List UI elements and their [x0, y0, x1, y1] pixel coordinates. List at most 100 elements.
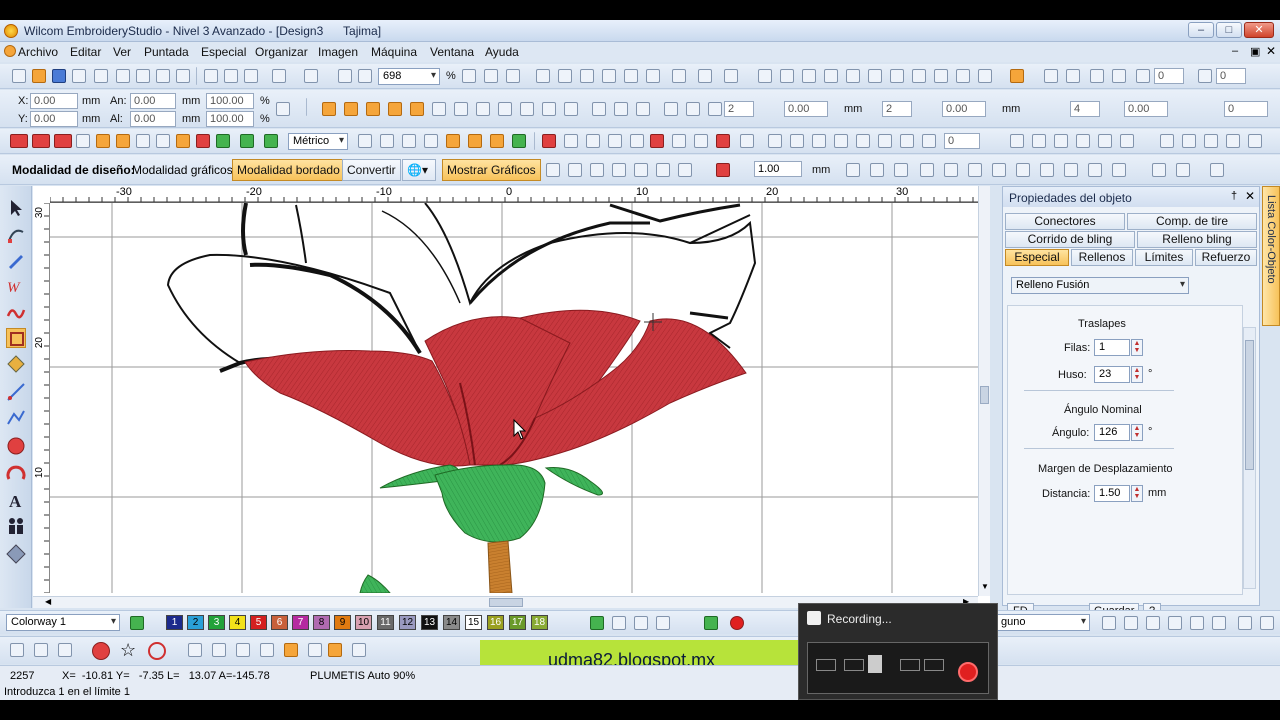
same-width-icon[interactable] — [934, 69, 948, 83]
spindle-spinner[interactable]: ▲ ▼ — [1131, 366, 1143, 383]
lettering-w-tool-icon[interactable]: W — [6, 276, 26, 296]
badge-tool-icon[interactable] — [6, 544, 26, 564]
show-stitches-icon[interactable] — [558, 69, 572, 83]
graphics-mode-button[interactable]: Modalidad gráficos — [132, 163, 233, 177]
bottom-tool-2-icon[interactable] — [34, 643, 48, 657]
zoom-fit-icon[interactable] — [484, 69, 498, 83]
outline-color-icon[interactable] — [716, 163, 730, 177]
recording-overlay[interactable]: Recording... — [798, 603, 998, 700]
graphic-tool-7-icon[interactable] — [992, 163, 1006, 177]
open-folder-icon[interactable] — [32, 69, 46, 83]
color-swatch-15[interactable]: 15 — [465, 615, 482, 630]
current-color-icon[interactable] — [730, 616, 744, 630]
graphic-tool-13-icon[interactable] — [1152, 163, 1166, 177]
proportional-lock-icon[interactable] — [276, 102, 290, 116]
stitch-7-icon[interactable] — [672, 134, 686, 148]
properties-scroll-thumb[interactable] — [1245, 340, 1254, 470]
menu-maquina[interactable]: Máquina — [371, 45, 417, 59]
pin-icon[interactable]: † — [1231, 190, 1237, 202]
lock-icon[interactable] — [1010, 69, 1024, 83]
height-percent-field[interactable]: 100.00 — [206, 111, 254, 127]
rows-spinner[interactable]: ▲ ▼ — [1131, 339, 1143, 356]
bottom-tool-4-icon[interactable] — [188, 643, 202, 657]
color-swatch-9[interactable]: 9 — [334, 615, 351, 630]
properties-icon[interactable] — [176, 69, 190, 83]
same-size-icon[interactable] — [978, 69, 992, 83]
color-swatch-4[interactable]: 4 — [229, 615, 246, 630]
design-canvas[interactable]: -30 -20 -10 0 10 20 30 30 20 10 ▼ ◀ ▶ — [33, 186, 990, 608]
monogram-tool-icon[interactable] — [6, 302, 26, 322]
travel-icon[interactable] — [512, 134, 526, 148]
color-swatch-11[interactable]: 11 — [377, 615, 394, 630]
fusion-fill-tool-icon[interactable] — [6, 328, 26, 348]
complex-fill-icon[interactable] — [136, 134, 150, 148]
align-row-8-icon[interactable] — [922, 134, 936, 148]
mirror-h-icon[interactable] — [1090, 69, 1104, 83]
stitch-effect-2-icon[interactable] — [476, 102, 490, 116]
rose-calyx[interactable] — [379, 464, 603, 543]
maximize-button[interactable]: □ — [1216, 22, 1242, 38]
graphic-tool-3-icon[interactable] — [894, 163, 908, 177]
right-tool-1-icon[interactable] — [1102, 616, 1116, 630]
color-swatch-16[interactable]: 16 — [487, 615, 504, 630]
star-icon[interactable]: ☆ — [120, 641, 136, 659]
stitch-effect-1-icon[interactable] — [454, 102, 468, 116]
width-field[interactable]: 0.00 — [130, 93, 176, 109]
color-swatch-6[interactable]: 6 — [271, 615, 288, 630]
color-swatch-13[interactable]: 13 — [421, 615, 438, 630]
text-tool-icon[interactable]: A — [6, 490, 26, 511]
color-swatch-10[interactable]: 10 — [355, 615, 372, 630]
grid-icon[interactable] — [536, 69, 550, 83]
embroidery-mode-button[interactable]: Modalidad bordado — [232, 159, 345, 181]
fill-type-dropdown[interactable]: Relleno Fusión — [1011, 277, 1189, 294]
menu-ayuda[interactable]: Ayuda — [485, 45, 519, 59]
menu-archivo[interactable]: Archivo — [18, 45, 58, 59]
align-top-icon[interactable] — [824, 69, 838, 83]
bottom-tool-10-icon[interactable] — [352, 643, 366, 657]
view-5-icon[interactable] — [1098, 134, 1112, 148]
right-tool-3-icon[interactable] — [1146, 616, 1160, 630]
highlight-a-icon[interactable] — [446, 134, 460, 148]
save-as-icon[interactable] — [72, 69, 86, 83]
zoom-all-icon[interactable] — [506, 69, 520, 83]
auto-fabric-icon[interactable] — [176, 134, 190, 148]
snap-icon[interactable] — [402, 134, 416, 148]
palette-edit-icon[interactable] — [634, 616, 648, 630]
tab-refuerzo[interactable]: Refuerzo — [1195, 249, 1257, 266]
input-b-icon[interactable] — [32, 134, 50, 148]
menu-ventana[interactable]: Ventana — [430, 45, 474, 59]
right-tool-5-icon[interactable] — [1190, 616, 1204, 630]
mode-tool-4-icon[interactable] — [612, 163, 626, 177]
highlight-c-icon[interactable] — [490, 134, 504, 148]
count3-field[interactable]: 4 — [1070, 101, 1100, 117]
print-icon[interactable] — [116, 69, 130, 83]
redo-icon[interactable] — [304, 69, 318, 83]
color-swatch-8[interactable]: 8 — [313, 615, 330, 630]
color-wheel-icon[interactable] — [196, 134, 210, 148]
column-a-icon[interactable] — [96, 134, 110, 148]
colorway-dropdown[interactable]: Colorway 1 — [6, 614, 120, 631]
highlight-b-icon[interactable] — [468, 134, 482, 148]
convert-button[interactable]: Convertir — [342, 159, 401, 181]
fill-effect-icon[interactable] — [614, 102, 628, 116]
graphic-tool-14-icon[interactable] — [1176, 163, 1190, 177]
wilcom-app-icon[interactable] — [4, 24, 18, 38]
color-object-list-tab[interactable]: Lista Color-Objeto — [1262, 186, 1280, 326]
units-dropdown[interactable]: Métrico — [288, 133, 348, 150]
show-graphics-button[interactable]: Mostrar Gráficos — [442, 159, 541, 181]
minimize-button[interactable]: – — [1188, 22, 1214, 38]
color-swatch-3[interactable]: 3 — [208, 615, 225, 630]
mode-tool-7-icon[interactable] — [678, 163, 692, 177]
sequence-3-icon[interactable] — [1204, 134, 1218, 148]
right-tool-4-icon[interactable] — [1168, 616, 1182, 630]
skew-icon[interactable] — [1198, 69, 1212, 83]
hoop-dropdown[interactable]: guno — [996, 614, 1090, 631]
sequence-5-icon[interactable] — [1248, 134, 1262, 148]
refresh-icon[interactable] — [240, 134, 254, 148]
distribute-h-icon[interactable] — [890, 69, 904, 83]
view-6-icon[interactable] — [1120, 134, 1134, 148]
mdi-minimize-button[interactable]: – — [1232, 45, 1238, 57]
align-row-4-icon[interactable] — [834, 134, 848, 148]
mirror-v-icon[interactable] — [1112, 69, 1126, 83]
rotate-icon[interactable] — [1136, 69, 1150, 83]
